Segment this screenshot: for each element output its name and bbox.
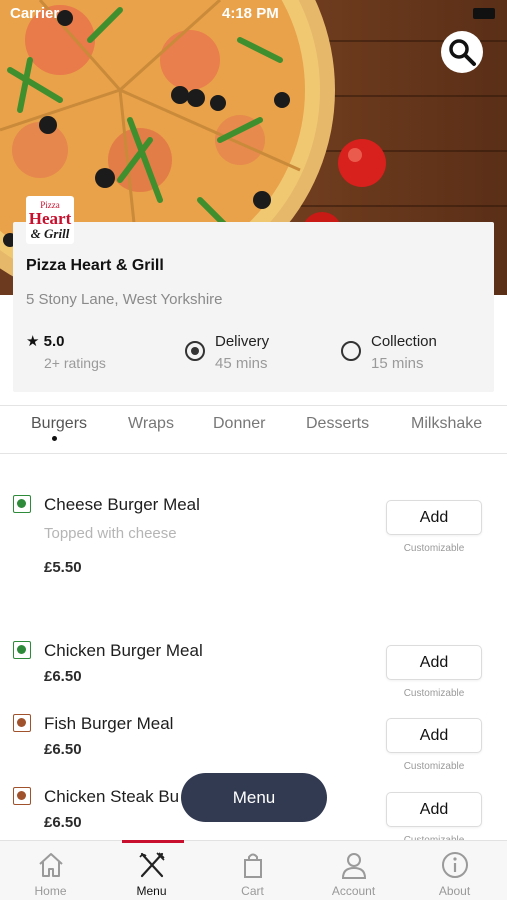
customizable-note: Customizable (403, 543, 465, 554)
floating-menu-button[interactable]: Menu (181, 773, 327, 822)
collection-radio[interactable] (341, 341, 361, 361)
search-button[interactable] (441, 31, 483, 73)
logo-text-line2: Heart (28, 208, 72, 228)
fork-knife-icon (139, 852, 165, 878)
home-icon (39, 853, 63, 877)
bag-icon (244, 853, 262, 878)
item-description: Topped with cheese (44, 525, 177, 542)
item-price: £6.50 (44, 814, 82, 831)
nav-label: Account (331, 884, 376, 898)
star-icon: ★ (26, 333, 40, 350)
rating-count: 2+ ratings (44, 355, 106, 371)
search-icon (449, 39, 476, 66)
rating-value: ★ 5.0 (26, 332, 64, 350)
add-button[interactable]: Add (386, 718, 482, 753)
item-name[interactable]: Chicken Steak Bu (44, 787, 179, 807)
nav-label: Home (34, 884, 67, 898)
nav-about[interactable]: About (404, 841, 505, 900)
nav-cart[interactable]: Cart (202, 841, 303, 900)
collection-label[interactable]: Collection (371, 333, 437, 350)
item-price: £6.50 (44, 741, 82, 758)
veg-indicator-icon (13, 495, 31, 513)
logo-text-line3: & Grill (30, 225, 70, 241)
nav-label: Cart (241, 884, 264, 898)
item-name[interactable]: Fish Burger Meal (44, 714, 173, 734)
item-price: £6.50 (44, 668, 82, 685)
rating-number: 5.0 (43, 333, 65, 350)
tab-donner[interactable]: Donner (213, 415, 265, 433)
nonveg-indicator-icon (13, 787, 31, 805)
nonveg-indicator-icon (13, 714, 31, 732)
active-tab-indicator (52, 436, 57, 441)
battery-icon (473, 8, 495, 19)
delivery-time: 45 mins (215, 355, 268, 372)
item-name[interactable]: Chicken Burger Meal (44, 641, 203, 661)
add-button[interactable]: Add (386, 500, 482, 535)
veg-indicator-icon (13, 641, 31, 659)
nav-account[interactable]: Account (303, 841, 404, 900)
collection-time: 15 mins (371, 355, 424, 372)
add-button[interactable]: Add (386, 792, 482, 827)
item-name[interactable]: Cheese Burger Meal (44, 495, 200, 515)
tab-milkshake[interactable]: Milkshake (411, 415, 482, 433)
carrier-label: Carrier (10, 5, 60, 22)
bottom-navigation: Home Menu Cart Account About (0, 840, 507, 900)
restaurant-name: Pizza Heart & Grill (26, 257, 164, 274)
customizable-note: Customizable (403, 761, 465, 772)
delivery-radio[interactable] (185, 341, 205, 361)
nav-label: Menu (136, 884, 167, 898)
delivery-label[interactable]: Delivery (215, 333, 269, 350)
info-icon (442, 852, 468, 878)
item-price: £5.50 (44, 559, 82, 576)
nav-label: About (438, 884, 471, 898)
nav-home[interactable]: Home (0, 841, 101, 900)
tab-desserts[interactable]: Desserts (306, 415, 369, 433)
restaurant-address: 5 Stony Lane, West Yorkshire (26, 291, 223, 308)
tab-burgers[interactable]: Burgers (31, 415, 87, 433)
nav-menu[interactable]: Menu (101, 841, 202, 900)
tab-wraps[interactable]: Wraps (128, 415, 174, 433)
user-icon (341, 853, 367, 879)
customizable-note: Customizable (403, 688, 465, 699)
add-button[interactable]: Add (386, 645, 482, 680)
status-bar: Carrier 4:18 PM (0, 0, 507, 28)
restaurant-logo: Pizza Heart & Grill (26, 196, 74, 244)
category-tabs: Burgers Wraps Donner Desserts Milkshake (0, 405, 507, 454)
active-nav-indicator (122, 840, 184, 843)
status-time: 4:18 PM (222, 5, 279, 22)
